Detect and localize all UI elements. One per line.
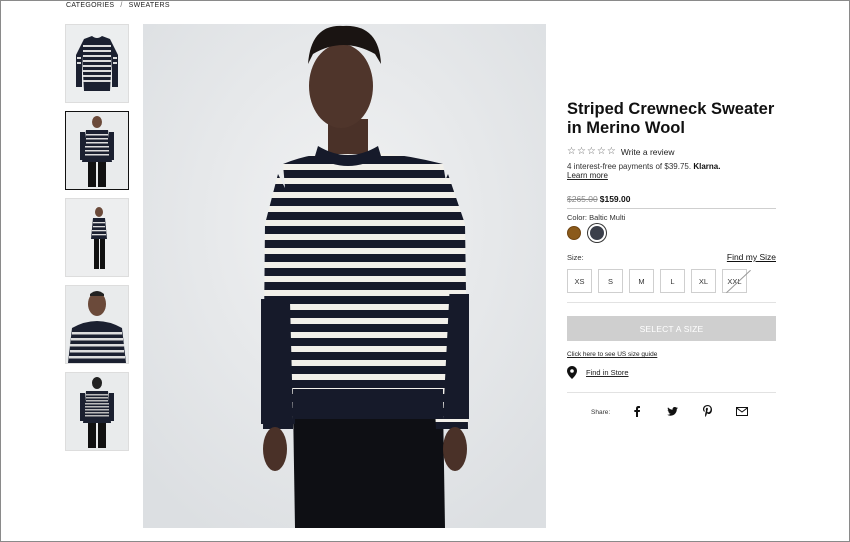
share-label: Share: (591, 409, 611, 416)
facebook-icon[interactable] (628, 402, 646, 420)
pinterest-icon[interactable] (698, 402, 716, 420)
size-xxl-button[interactable]: XXL (722, 269, 751, 294)
installments-text: 4 interest-free payments of $39.75. Klar… (567, 162, 777, 171)
thumbnail-list (65, 24, 129, 459)
location-pin-icon (567, 366, 577, 379)
thumbnail-back[interactable] (65, 372, 129, 451)
email-icon[interactable] (733, 402, 751, 420)
breadcrumb-categories[interactable]: CATEGORIES (66, 2, 114, 9)
size-l-button[interactable]: L (660, 269, 685, 293)
write-review-link[interactable]: Write a review (621, 147, 675, 157)
size-options: XS S M L XL XXL (567, 269, 777, 294)
find-in-store-row: Find in Store (567, 366, 777, 379)
size-label: Size: (567, 252, 584, 262)
product-info-panel: Striped Crewneck Sweater in Merino Wool … (567, 100, 777, 420)
swatch-brown[interactable] (567, 226, 581, 240)
thumbnail-front[interactable] (65, 111, 129, 190)
thumbnail-side-lean[interactable] (65, 198, 129, 277)
find-my-size-link[interactable]: Find my Size (727, 252, 776, 262)
find-in-store-link[interactable]: Find in Store (586, 368, 629, 377)
sale-price: $159.00 (599, 194, 631, 204)
rating-stars-icon[interactable]: ☆☆☆☆☆ (567, 146, 617, 157)
size-header: Size: Find my Size (567, 252, 776, 262)
share-divider (567, 392, 776, 393)
size-m-button[interactable]: M (629, 269, 654, 293)
learn-more-link[interactable]: Learn more (567, 171, 777, 180)
share-row: Share: (567, 402, 776, 420)
swatch-baltic-multi[interactable] (590, 226, 604, 240)
size-xl-button[interactable]: XL (691, 269, 716, 293)
breadcrumb-separator: / (120, 2, 123, 9)
size-xs-button[interactable]: XS (567, 269, 592, 293)
divider (567, 302, 776, 303)
klarna-logo: Klarna. (693, 162, 721, 171)
color-value: Baltic Multi (589, 213, 626, 222)
price-row: $265.00 $159.00 (567, 194, 776, 209)
thumbnail-detail[interactable] (65, 285, 129, 364)
main-product-image[interactable] (143, 24, 546, 528)
original-price: $265.00 (567, 194, 598, 204)
product-title: Striped Crewneck Sweater in Merino Wool (567, 100, 775, 137)
breadcrumb-sweaters[interactable]: SWEATERS (129, 2, 170, 9)
size-guide-link[interactable]: Click here to see US size guide (567, 351, 777, 358)
color-label: Color: Baltic Multi (567, 213, 777, 222)
rating-row: ☆☆☆☆☆ Write a review (567, 146, 777, 157)
color-swatches (567, 226, 777, 240)
twitter-icon[interactable] (663, 402, 681, 420)
thumbnail-flat-lay[interactable] (65, 24, 129, 103)
select-size-button[interactable]: SELECT A SIZE (567, 316, 776, 341)
installments-amount: 4 interest-free payments of $39.75. (567, 162, 692, 171)
breadcrumb: CATEGORIES / SWEATERS (66, 2, 170, 9)
size-s-button[interactable]: S (598, 269, 623, 293)
color-label-text: Color: (567, 213, 588, 222)
